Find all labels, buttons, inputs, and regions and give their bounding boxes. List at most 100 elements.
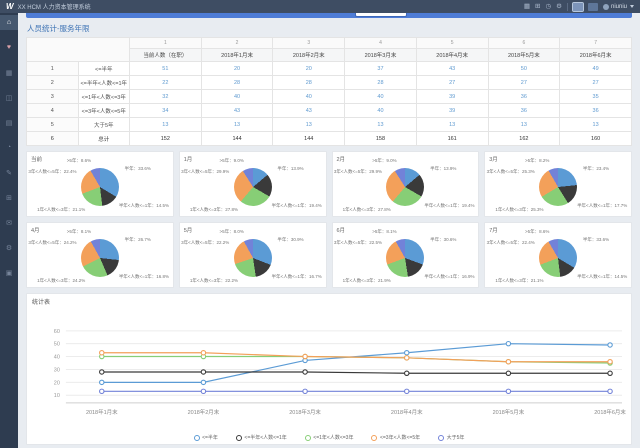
cell-value[interactable]: 36 xyxy=(488,90,560,104)
cell-value[interactable]: 27 xyxy=(488,76,560,90)
cell-value[interactable]: 49 xyxy=(560,62,632,76)
data-point[interactable] xyxy=(303,370,307,374)
cell-value[interactable]: 39 xyxy=(416,90,488,104)
data-point[interactable] xyxy=(201,351,205,355)
pie-chart[interactable] xyxy=(539,239,577,277)
column-index: 1 xyxy=(130,38,202,49)
pie-chart[interactable] xyxy=(234,168,272,206)
cell-value[interactable]: 13 xyxy=(416,118,488,132)
cell-value[interactable]: 27 xyxy=(560,76,632,90)
series-line[interactable] xyxy=(102,353,610,362)
cell-value[interactable]: 39 xyxy=(416,104,488,118)
pie-label: 半年<人数<=1年：17.7% xyxy=(577,203,627,209)
pie-card-title: 2月 xyxy=(337,155,346,163)
cell-value[interactable]: 13 xyxy=(345,118,417,132)
cell-value[interactable]: 22 xyxy=(130,76,202,90)
data-point[interactable] xyxy=(100,370,104,374)
legend-item[interactable]: <=半年<人数<=1年 xyxy=(236,434,287,441)
data-point[interactable] xyxy=(303,354,307,358)
trend-chart[interactable]: 1020304050602018年1月末2018年2月末2018年3月末2018… xyxy=(32,307,626,432)
data-point[interactable] xyxy=(405,356,409,360)
cell-value[interactable]: 20 xyxy=(273,62,345,76)
sidebar-item-reports[interactable]: ▤ xyxy=(0,115,18,130)
pie-chart[interactable] xyxy=(386,168,424,206)
cell-value[interactable]: 34 xyxy=(130,104,202,118)
cell-value[interactable]: 13 xyxy=(201,118,273,132)
data-point[interactable] xyxy=(100,389,104,393)
cell-value[interactable]: 13 xyxy=(273,118,345,132)
cell-value[interactable]: 40 xyxy=(201,90,273,104)
data-point[interactable] xyxy=(303,389,307,393)
legend-item[interactable]: <=半年 xyxy=(194,434,218,441)
pie-label: 半年：13.9% xyxy=(430,166,456,172)
pie-chart[interactable] xyxy=(539,168,577,206)
calendar-icon[interactable]: ▦ xyxy=(524,0,530,13)
cell-value[interactable]: 43 xyxy=(416,62,488,76)
series-line[interactable] xyxy=(102,372,610,373)
cell-value[interactable]: 40 xyxy=(345,90,417,104)
data-point[interactable] xyxy=(506,341,510,345)
apps-icon[interactable]: ⊞ xyxy=(535,0,540,13)
data-point[interactable] xyxy=(405,351,409,355)
clock-icon[interactable]: ◷ xyxy=(545,0,551,13)
sidebar-item-messages[interactable]: ✉ xyxy=(0,215,18,230)
settings-icon[interactable]: ⚙ xyxy=(556,0,562,13)
pie-chart[interactable] xyxy=(234,239,272,277)
cell-value[interactable]: 40 xyxy=(273,90,345,104)
column-header: 2018年5月末 xyxy=(488,49,560,62)
cell-value[interactable]: 28 xyxy=(201,76,273,90)
data-point[interactable] xyxy=(608,360,612,364)
data-point[interactable] xyxy=(405,389,409,393)
sidebar-item-favorites[interactable]: ♥ xyxy=(0,40,18,55)
avatar-thumbnail-active[interactable] xyxy=(573,3,583,11)
legend-item[interactable]: 大于5年 xyxy=(438,434,464,441)
data-point[interactable] xyxy=(608,343,612,347)
sidebar-item-modules[interactable]: ⊞ xyxy=(0,190,18,205)
sidebar-item-home[interactable]: ⌂ xyxy=(0,15,18,30)
cell-value[interactable]: 13 xyxy=(560,118,632,132)
cell-value[interactable]: 28 xyxy=(273,76,345,90)
sidebar-item-edit[interactable]: ✎ xyxy=(0,165,18,180)
user-menu[interactable]: niuniu xyxy=(603,4,634,10)
legend-marker xyxy=(194,435,200,441)
data-point[interactable] xyxy=(506,360,510,364)
sidebar-item-settings[interactable]: ⚙ xyxy=(0,240,18,255)
cell-value[interactable]: 32 xyxy=(130,90,202,104)
cell-value[interactable]: 13 xyxy=(488,118,560,132)
sidebar-item-personnel[interactable]: ◫ xyxy=(0,90,18,105)
cell-value[interactable]: 36 xyxy=(488,104,560,118)
trend-chart-svg[interactable]: 1020304050602018年1月末2018年2月末2018年3月末2018… xyxy=(32,307,626,427)
cell-value[interactable]: 36 xyxy=(560,104,632,118)
legend-item[interactable]: <=3年<人数<=5年 xyxy=(371,434,420,441)
avatar-thumbnail[interactable] xyxy=(588,3,598,11)
data-point[interactable] xyxy=(608,389,612,393)
data-point[interactable] xyxy=(608,371,612,375)
cell-value[interactable]: 40 xyxy=(345,104,417,118)
pie-chart[interactable] xyxy=(81,239,119,277)
cell-value[interactable]: 28 xyxy=(345,76,417,90)
cell-value[interactable]: 20 xyxy=(201,62,273,76)
pie-chart[interactable] xyxy=(386,239,424,277)
cell-value[interactable]: 13 xyxy=(130,118,202,132)
data-point[interactable] xyxy=(100,351,104,355)
data-point[interactable] xyxy=(405,371,409,375)
data-point[interactable] xyxy=(506,389,510,393)
sidebar-item-dashboard[interactable]: ▣ xyxy=(0,265,18,280)
cell-value[interactable]: 50 xyxy=(488,62,560,76)
cell-value[interactable]: 27 xyxy=(416,76,488,90)
sidebar-item-schedule[interactable]: ◔ xyxy=(0,140,18,155)
sidebar-item-org-chart[interactable]: ▦ xyxy=(0,65,18,80)
pie-chart[interactable] xyxy=(81,168,119,206)
data-point[interactable] xyxy=(201,389,205,393)
data-point[interactable] xyxy=(100,380,104,384)
cell-value[interactable]: 51 xyxy=(130,62,202,76)
data-point[interactable] xyxy=(201,380,205,384)
cell-value[interactable]: 43 xyxy=(201,104,273,118)
cell-value[interactable]: 37 xyxy=(345,62,417,76)
cell-value[interactable]: 35 xyxy=(560,90,632,104)
series-line[interactable] xyxy=(102,344,610,383)
data-point[interactable] xyxy=(506,371,510,375)
cell-value[interactable]: 43 xyxy=(273,104,345,118)
legend-item[interactable]: <=1年<人数<=3年 xyxy=(305,434,354,441)
data-point[interactable] xyxy=(201,370,205,374)
